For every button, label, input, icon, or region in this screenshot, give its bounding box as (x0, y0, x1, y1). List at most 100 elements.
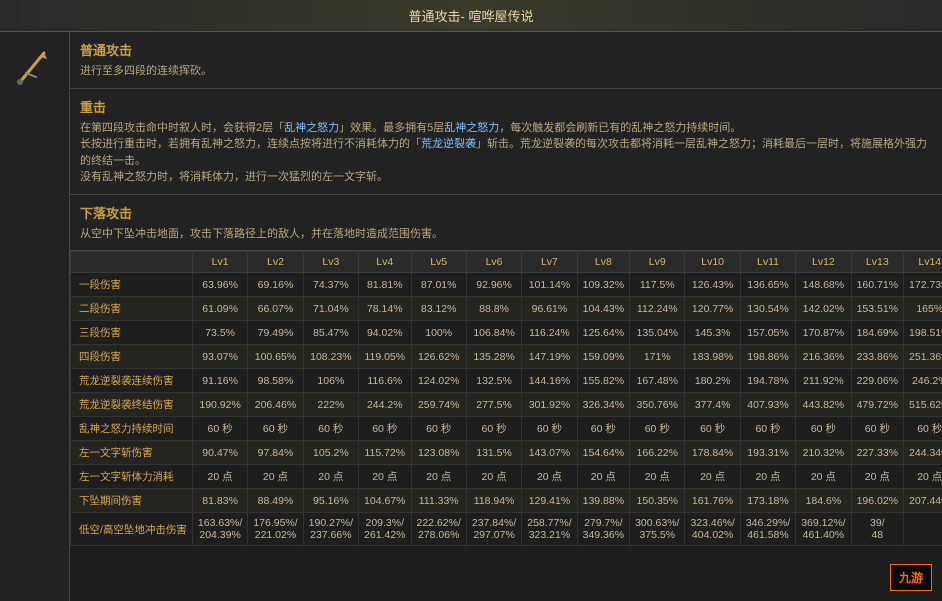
row-2-col-12: 184.69% (851, 321, 903, 345)
row-9-col-1: 88.49% (248, 489, 303, 513)
row-9-col-0: 81.83% (192, 489, 247, 513)
stats-table-container: Lv1Lv2Lv3Lv4Lv5Lv6Lv7Lv8Lv9Lv10Lv11Lv12L… (70, 251, 942, 546)
col-lv6: Lv6 (466, 252, 521, 273)
row-9-col-6: 129.41% (522, 489, 577, 513)
row-10-col-8: 300.63%/ 375.5% (630, 513, 685, 546)
table-row: 一段伤害63.96%69.16%74.37%81.81%87.01%92.96%… (71, 273, 942, 297)
row-5-col-10: 407.93% (740, 393, 795, 417)
row-1-col-6: 96.61% (522, 297, 577, 321)
row-4-col-12: 229.06% (851, 369, 903, 393)
row-4-col-3: 116.6% (359, 369, 411, 393)
left-icon-area (0, 32, 70, 601)
table-row: 乱神之怒力持续时间60 秒60 秒60 秒60 秒60 秒60 秒60 秒60 … (71, 417, 942, 441)
col-lv3: Lv3 (303, 252, 358, 273)
row-2-col-8: 135.04% (630, 321, 685, 345)
row-9-col-5: 118.94% (466, 489, 521, 513)
row-1-col-11: 142.02% (796, 297, 851, 321)
row-4-col-9: 180.2% (685, 369, 740, 393)
row-8-col-6: 20 点 (522, 465, 577, 489)
col-lv9: Lv9 (630, 252, 685, 273)
plunge-title: 下落攻击 (80, 203, 932, 222)
row-8-col-11: 20 点 (796, 465, 851, 489)
row-7-col-7: 154.64% (577, 441, 629, 465)
row-4-col-0: 91.16% (192, 369, 247, 393)
row-3-col-11: 216.36% (796, 345, 851, 369)
row-0-col-9: 126.43% (685, 273, 740, 297)
row-9-col-4: 111.33% (411, 489, 466, 513)
normal-attack-section: 普通攻击 进行至多四段的连续挥砍。 (70, 32, 942, 89)
row-4-col-4: 124.02% (411, 369, 466, 393)
row-8-col-10: 20 点 (740, 465, 795, 489)
table-row: 荒龙逆裂袭连续伤害91.16%98.58%106%116.6%124.02%13… (71, 369, 942, 393)
row-2-col-13: 198.51% (904, 321, 942, 345)
row-10-col-11: 369.12%/ 461.40% (796, 513, 851, 546)
col-lv14: Lv14 (904, 252, 942, 273)
col-lv8: Lv8 (577, 252, 629, 273)
row-7-col-6: 143.07% (522, 441, 577, 465)
row-10-col-9: 323.46%/ 404.02% (685, 513, 740, 546)
row-6-col-7: 60 秒 (577, 417, 629, 441)
row-10-col-5: 237.84%/ 297.07% (466, 513, 521, 546)
row-6-col-1: 60 秒 (248, 417, 303, 441)
row-3-col-5: 135.28% (466, 345, 521, 369)
row-6-col-9: 60 秒 (685, 417, 740, 441)
row-1-col-4: 83.12% (411, 297, 466, 321)
table-row: 左一文字斩伤害90.47%97.84%105.2%115.72%123.08%1… (71, 441, 942, 465)
row-5-col-5: 277.5% (466, 393, 521, 417)
row-2-col-6: 116.24% (522, 321, 577, 345)
page-title: 普通攻击- 喧哗屋传说 (409, 9, 534, 24)
col-lv1: Lv1 (192, 252, 247, 273)
row-4-col-13: 246.2% (904, 369, 942, 393)
row-7-col-5: 131.5% (466, 441, 521, 465)
row-7-col-8: 166.22% (630, 441, 685, 465)
row-2-col-11: 170.87% (796, 321, 851, 345)
col-label (71, 252, 193, 273)
row-8-col-2: 20 点 (303, 465, 358, 489)
row-3-col-13: 251.36% (904, 345, 942, 369)
row-8-col-8: 20 点 (630, 465, 685, 489)
row-2-label: 三段伤害 (71, 321, 193, 345)
row-4-col-11: 211.92% (796, 369, 851, 393)
row-7-col-12: 227.33% (851, 441, 903, 465)
table-header-row: Lv1Lv2Lv3Lv4Lv5Lv6Lv7Lv8Lv9Lv10Lv11Lv12L… (71, 252, 942, 273)
row-3-col-8: 171% (630, 345, 685, 369)
row-0-col-12: 160.71% (851, 273, 903, 297)
plunge-text: 从空中下坠冲击地面，攻击下落路径上的敌人，并在落地时造成范围伤害。 (80, 226, 932, 243)
col-lv12: Lv12 (796, 252, 851, 273)
row-1-col-1: 66.07% (248, 297, 303, 321)
title-bar: 普通攻击- 喧哗屋传说 (0, 0, 942, 32)
table-row: 低空/高空坠地冲击伤害163.63%/ 204.39%176.95%/ 221.… (71, 513, 942, 546)
row-9-col-13: 207.44% (904, 489, 942, 513)
row-2-col-4: 100% (411, 321, 466, 345)
row-10-col-1: 176.95%/ 221.02% (248, 513, 303, 546)
row-5-col-9: 377.4% (685, 393, 740, 417)
row-9-col-8: 150.35% (630, 489, 685, 513)
row-6-col-3: 60 秒 (359, 417, 411, 441)
watermark-text: 九游 (899, 571, 923, 585)
heavy-attack-text1: 在第四段攻击命中时叙人时，会获得2层「乱神之怒力」效果。最多拥有5层乱神之怒力，… (80, 120, 932, 137)
row-7-col-11: 210.32% (796, 441, 851, 465)
row-3-col-4: 126.62% (411, 345, 466, 369)
row-7-label: 左一文字斩伤害 (71, 441, 193, 465)
row-9-col-10: 173.18% (740, 489, 795, 513)
main-content[interactable]: 普通攻击 进行至多四段的连续挥砍。 重击 在第四段攻击命中时叙人时，会获得2层「… (70, 32, 942, 601)
row-10-col-4: 222.62%/ 278.06% (411, 513, 466, 546)
row-9-col-7: 139.88% (577, 489, 629, 513)
row-9-col-9: 161.76% (685, 489, 740, 513)
row-0-label: 一段伤害 (71, 273, 193, 297)
row-10-col-6: 258.77%/ 323.21% (522, 513, 577, 546)
row-9-col-11: 184.6% (796, 489, 851, 513)
row-10-col-13 (904, 513, 942, 546)
row-2-col-2: 85.47% (303, 321, 358, 345)
row-7-col-9: 178.84% (685, 441, 740, 465)
row-1-col-2: 71.04% (303, 297, 358, 321)
normal-attack-text: 进行至多四段的连续挥砍。 (80, 63, 932, 80)
row-5-col-6: 301.92% (522, 393, 577, 417)
row-1-col-8: 112.24% (630, 297, 685, 321)
table-row: 四段伤害93.07%100.65%108.23%119.05%126.62%13… (71, 345, 942, 369)
row-7-col-4: 123.08% (411, 441, 466, 465)
row-10-col-7: 279.7%/ 349.36% (577, 513, 629, 546)
row-1-col-12: 153.51% (851, 297, 903, 321)
row-1-col-7: 104.43% (577, 297, 629, 321)
row-7-col-13: 244.34% (904, 441, 942, 465)
